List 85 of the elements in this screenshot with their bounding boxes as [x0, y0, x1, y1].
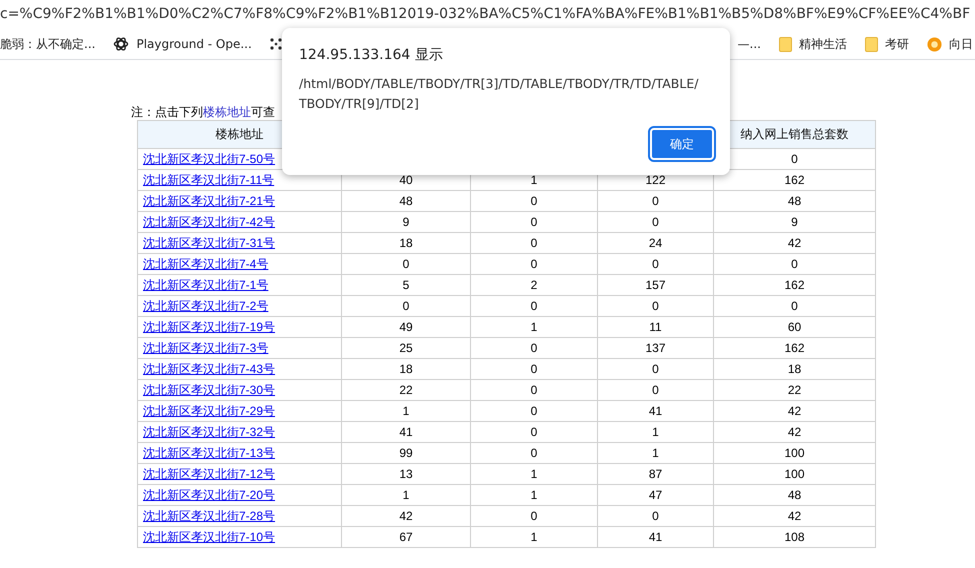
bookmark-item[interactable]: 向日 [927, 36, 973, 52]
table-cell: 0 [470, 212, 598, 232]
table-cell: 0 [598, 254, 714, 274]
table-cell: 100 [714, 464, 876, 484]
table-cell: 22 [714, 380, 876, 400]
table-cell: 100 [714, 442, 876, 464]
table-cell: 0 [342, 296, 470, 316]
table-cell: 0 [598, 212, 714, 232]
table-cell: 162 [714, 274, 876, 296]
table-cell: 24 [598, 232, 714, 254]
table-cell: 11 [598, 316, 714, 338]
dialog-message: /html/BODY/TABLE/TBODY/TR[3]/TD/TABLE/TBODY/TR/TD/TABLE/ TBODY/TR[9]/TD[2] [299, 75, 700, 113]
table-cell: 42 [714, 506, 876, 526]
table-cell: 41 [342, 422, 470, 442]
dots-icon[interactable] [270, 38, 282, 50]
note-text: 注：点击下列楼栋地址可查 [131, 105, 275, 120]
table-cell: 1 [342, 400, 470, 422]
table-cell: 0 [470, 400, 598, 422]
table-cell: 0 [342, 254, 470, 274]
table-cell: 0 [470, 358, 598, 380]
table-cell: 41 [598, 526, 714, 548]
bookmark-item[interactable]: —... [738, 37, 761, 51]
table-cell: 0 [598, 296, 714, 316]
table-cell: 41 [598, 400, 714, 422]
table-cell: 108 [714, 526, 876, 548]
bookmark-item[interactable]: Playground - Ope... [113, 36, 252, 52]
table-cell: 42 [714, 400, 876, 422]
table-cell: 42 [714, 422, 876, 442]
bookmark-item[interactable]: 精神生活 [779, 36, 847, 52]
table-cell: 25 [342, 338, 470, 358]
table-cell: 137 [598, 338, 714, 358]
table-cell: 13 [342, 464, 470, 484]
table-cell: 1 [470, 464, 598, 484]
table-cell: 1 [598, 422, 714, 442]
bookmark-item[interactable]: 考研 [865, 36, 909, 52]
table-cell: 0 [470, 422, 598, 442]
table-cell: 0 [598, 190, 714, 212]
table-cell: 18 [342, 358, 470, 380]
knot-icon [113, 36, 130, 52]
table-cell: 87 [598, 464, 714, 484]
folder-icon [865, 36, 878, 52]
table-cell: 42 [714, 232, 876, 254]
table-cell: 9 [342, 212, 470, 232]
table-cell: 22 [342, 380, 470, 400]
table-cell: 0 [714, 254, 876, 274]
table-cell: 0 [470, 232, 598, 254]
table-cell: 18 [342, 232, 470, 254]
table-cell: 162 [714, 338, 876, 358]
table-cell: 49 [342, 316, 470, 338]
url-text[interactable]: c=%C9%F2%B1%B1%D0%C2%C7%F8%C9%F2%B1%B12019-032%BA%C5%C1%FA%BA%FE%B1%B1%B5%D8%BF%E9%CF%EE%C4%BF [0, 6, 970, 22]
table-cell: 2 [470, 274, 598, 296]
table-cell: 0 [598, 506, 714, 526]
table-cell: 60 [714, 316, 876, 338]
table-cell: 0 [714, 296, 876, 316]
table-cell: 0 [470, 254, 598, 274]
circle-icon [927, 36, 942, 52]
folder-icon [779, 36, 792, 52]
table-cell: 42 [342, 506, 470, 526]
dialog-title: 124.95.133.164 显示 [299, 46, 444, 64]
table-cell: 0 [470, 442, 598, 464]
table-cell: 0 [470, 338, 598, 358]
table-cell: 18 [714, 358, 876, 380]
table-cell: 0 [598, 380, 714, 400]
table-cell: 1 [470, 484, 598, 506]
table-cell: 48 [342, 190, 470, 212]
table-cell: 0 [470, 506, 598, 526]
table-cell: 0 [470, 296, 598, 316]
table-cell: 1 [598, 442, 714, 464]
table-cell: 48 [714, 190, 876, 212]
table-cell: 47 [598, 484, 714, 506]
table-cell: 1 [342, 484, 470, 506]
table-cell: 0 [470, 380, 598, 400]
bookmark-item[interactable]: 脆弱：从不确定... [0, 36, 96, 52]
table-cell: 9 [714, 212, 876, 232]
table-cell: 1 [470, 526, 598, 548]
table-cell: 0 [598, 358, 714, 380]
note-link[interactable]: 楼栋地址 [203, 105, 251, 119]
table-cell: 48 [714, 484, 876, 506]
table-cell: 99 [342, 442, 470, 464]
ok-button[interactable]: 确定 [650, 128, 714, 160]
table-cell: 5 [342, 274, 470, 296]
table-cell: 67 [342, 526, 470, 548]
table-cell: 0 [470, 190, 598, 212]
table-cell: 1 [470, 316, 598, 338]
table-cell: 157 [598, 274, 714, 296]
